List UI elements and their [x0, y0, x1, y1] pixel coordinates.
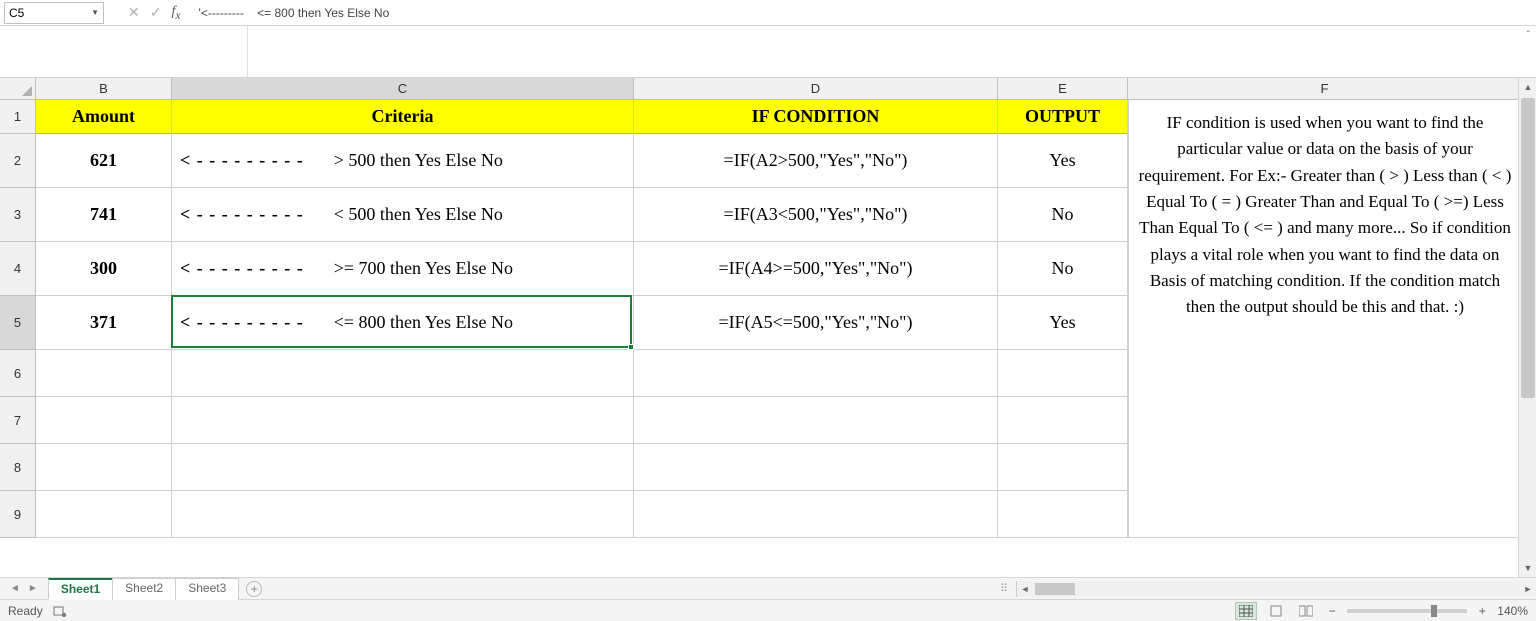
column-header-D[interactable]: D [634, 78, 998, 100]
scroll-down-icon[interactable]: ▼ [1519, 559, 1536, 577]
row-header-6[interactable]: 6 [0, 350, 36, 397]
sheet-tabs-bar: ◄ ► Sheet1Sheet2Sheet3 + ⠿ ◄ ► [0, 577, 1536, 599]
zoom-slider-thumb[interactable] [1431, 605, 1437, 617]
row-header-9[interactable]: 9 [0, 491, 36, 538]
cells-area[interactable]: AmountCriteriaIF CONDITIONOUTPUT621< - -… [36, 100, 1128, 538]
formula-bar-expanded: ˆ [0, 26, 1536, 78]
row-header-8[interactable]: 8 [0, 444, 36, 491]
spreadsheet-grid: BCDEF 123456789 AmountCriteriaIF CONDITI… [0, 78, 1536, 577]
hscroll-thumb[interactable] [1035, 583, 1075, 595]
sheet-tab-sheet2[interactable]: Sheet2 [112, 578, 176, 600]
cell-C5[interactable]: < - - - - - - - - -<= 800 then Yes Else … [172, 296, 634, 350]
row-header-4[interactable]: 4 [0, 242, 36, 296]
cell-C3[interactable]: < - - - - - - - - -< 500 then Yes Else N… [172, 188, 634, 242]
tab-split-handle[interactable]: ⠿ [994, 582, 1016, 595]
scroll-up-icon[interactable]: ▲ [1519, 78, 1536, 96]
column-headers: BCDEF [36, 78, 1522, 100]
cell-F-description[interactable]: IF condition is used when you want to fi… [1128, 100, 1522, 538]
cell-D1[interactable]: IF CONDITION [634, 100, 998, 134]
row-headers: 123456789 [0, 100, 36, 538]
sheet-nav-next-icon[interactable]: ► [28, 583, 38, 594]
cell-B8[interactable] [36, 444, 172, 491]
cell-B9[interactable] [36, 491, 172, 538]
select-all-corner[interactable] [0, 78, 36, 100]
zoom-out-button[interactable]: − [1325, 604, 1339, 618]
sheet-nav: ◄ ► [0, 583, 48, 594]
cell-B5[interactable]: 371 [36, 296, 172, 350]
vscroll-thumb[interactable] [1521, 98, 1535, 398]
zoom-slider[interactable] [1347, 609, 1467, 613]
cell-E7[interactable] [998, 397, 1128, 444]
cell-D8[interactable] [634, 444, 998, 491]
cell-B7[interactable] [36, 397, 172, 444]
cell-D5[interactable]: =IF(A5<=500,"Yes","No") [634, 296, 998, 350]
name-box-dropdown-icon[interactable]: ▼ [91, 8, 99, 17]
column-header-E[interactable]: E [998, 78, 1128, 100]
cell-E8[interactable] [998, 444, 1128, 491]
zoom-in-button[interactable]: + [1475, 604, 1489, 618]
enter-icon[interactable]: ✓ [150, 4, 162, 21]
horizontal-scrollbar[interactable]: ◄ ► [1016, 581, 1536, 597]
cell-E2[interactable]: Yes [998, 134, 1128, 188]
vertical-scrollbar[interactable]: ▲ ▼ [1518, 78, 1536, 577]
cell-C8[interactable] [172, 444, 634, 491]
cell-C2[interactable]: < - - - - - - - - -> 500 then Yes Else N… [172, 134, 634, 188]
collapse-formula-bar-icon[interactable]: ˆ [1527, 30, 1530, 41]
add-sheet-button[interactable]: + [246, 581, 262, 597]
row-header-1[interactable]: 1 [0, 100, 36, 134]
view-normal-button[interactable] [1235, 602, 1257, 620]
row-header-2[interactable]: 2 [0, 134, 36, 188]
status-bar: Ready − + 140% [0, 599, 1536, 621]
name-box[interactable]: C5 ▼ [4, 2, 104, 24]
cell-C7[interactable] [172, 397, 634, 444]
cell-E9[interactable] [998, 491, 1128, 538]
formula-bar: C5 ▼ ✕ ✓ fx '<--------- <= 800 then Yes … [0, 0, 1536, 26]
fx-icon[interactable]: fx [171, 4, 180, 22]
column-header-C[interactable]: C [172, 78, 634, 100]
macro-record-icon[interactable] [53, 604, 67, 618]
zoom-level[interactable]: 140% [1497, 604, 1528, 618]
sheet-nav-prev-icon[interactable]: ◄ [10, 583, 20, 594]
cell-E5[interactable]: Yes [998, 296, 1128, 350]
cell-B3[interactable]: 741 [36, 188, 172, 242]
cancel-icon[interactable]: ✕ [128, 4, 140, 21]
cell-B4[interactable]: 300 [36, 242, 172, 296]
cell-E4[interactable]: No [998, 242, 1128, 296]
view-page-layout-button[interactable] [1265, 602, 1287, 620]
cell-C6[interactable] [172, 350, 634, 397]
column-header-F[interactable]: F [1128, 78, 1522, 100]
cell-D7[interactable] [634, 397, 998, 444]
cell-E3[interactable]: No [998, 188, 1128, 242]
view-page-break-button[interactable] [1295, 602, 1317, 620]
scroll-left-icon[interactable]: ◄ [1017, 584, 1033, 594]
formula-bar-text[interactable]: '<--------- <= 800 then Yes Else No [189, 6, 1536, 20]
scroll-right-icon[interactable]: ► [1520, 584, 1536, 594]
cell-C4[interactable]: < - - - - - - - - ->= 700 then Yes Else … [172, 242, 634, 296]
name-box-value: C5 [9, 6, 24, 20]
sheet-tab-sheet3[interactable]: Sheet3 [175, 578, 239, 600]
formula-bar-buttons: ✕ ✓ fx [120, 4, 189, 22]
cell-D9[interactable] [634, 491, 998, 538]
cell-D6[interactable] [634, 350, 998, 397]
cell-D4[interactable]: =IF(A4>=500,"Yes","No") [634, 242, 998, 296]
cell-C9[interactable] [172, 491, 634, 538]
cell-B2[interactable]: 621 [36, 134, 172, 188]
sheet-tab-sheet1[interactable]: Sheet1 [48, 578, 113, 600]
row-header-5[interactable]: 5 [0, 296, 36, 350]
cell-B1[interactable]: Amount [36, 100, 172, 134]
column-header-B[interactable]: B [36, 78, 172, 100]
row-header-7[interactable]: 7 [0, 397, 36, 444]
cell-B6[interactable] [36, 350, 172, 397]
cell-C1[interactable]: Criteria [172, 100, 634, 134]
row-header-3[interactable]: 3 [0, 188, 36, 242]
cell-E6[interactable] [998, 350, 1128, 397]
cell-D3[interactable]: =IF(A3<500,"Yes","No") [634, 188, 998, 242]
cell-D2[interactable]: =IF(A2>500,"Yes","No") [634, 134, 998, 188]
status-label: Ready [8, 604, 43, 618]
cell-E1[interactable]: OUTPUT [998, 100, 1128, 134]
